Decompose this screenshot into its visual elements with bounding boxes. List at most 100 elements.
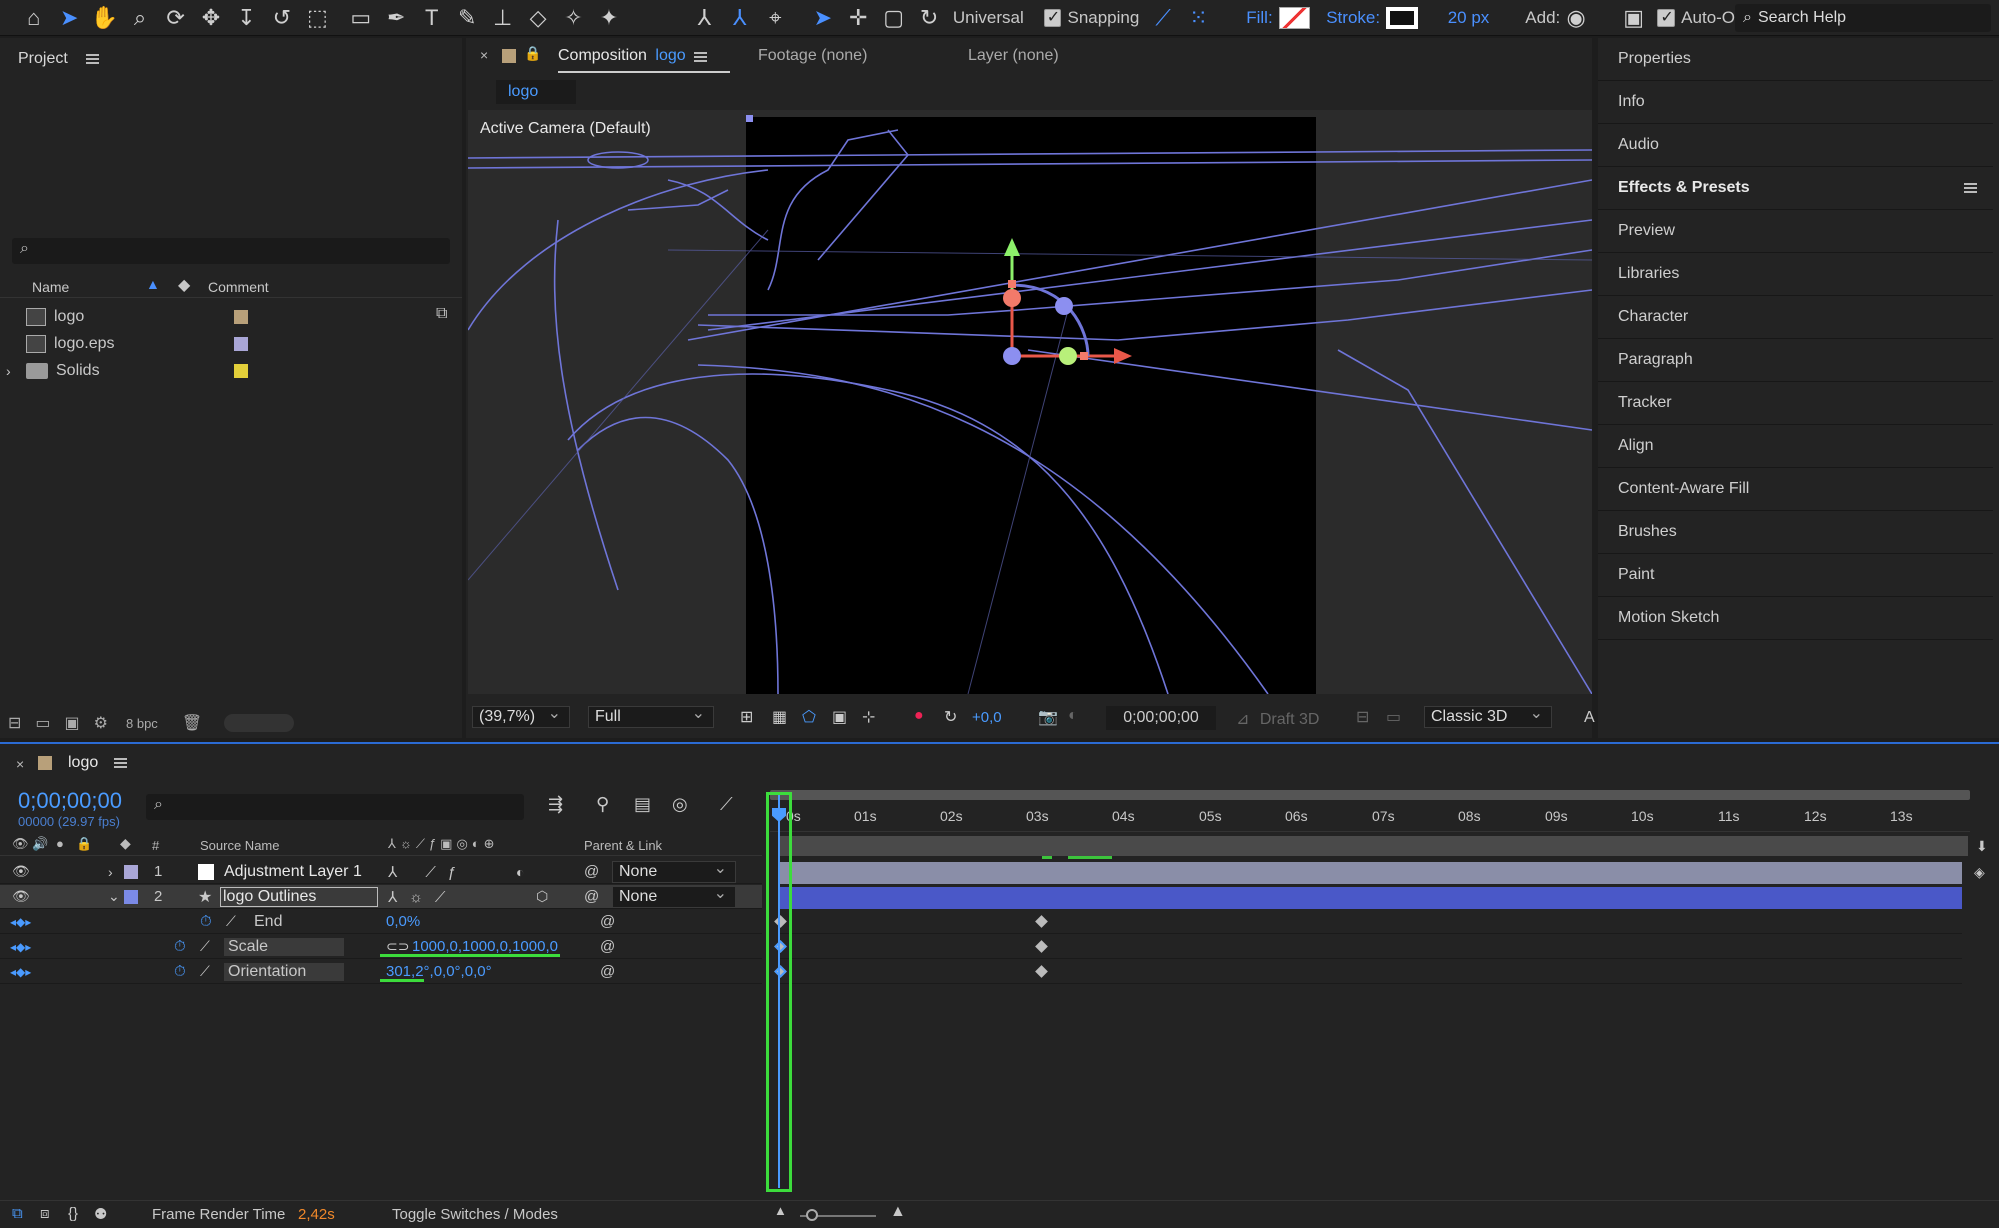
toggle-switches-modes-button[interactable]: Toggle Switches / Modes <box>392 1206 558 1223</box>
time-ruler[interactable]: 0s 01s 02s 03s 04s 05s 06s 07s 08s 09s 1… <box>770 802 1970 832</box>
show-snapshot-icon[interactable]: ◐ <box>1068 707 1078 725</box>
workspace-icon[interactable]: ▣ <box>1616 0 1651 36</box>
home-icon[interactable]: ⌂ <box>16 0 51 36</box>
snapping-checkbox[interactable] <box>1043 7 1062 27</box>
auto-open-checkbox[interactable] <box>1657 7 1676 27</box>
timeline-menu-icon[interactable] <box>114 758 127 768</box>
footage-tab[interactable]: Footage (none) <box>758 47 867 65</box>
keyframe-navigator-icon[interactable]: ◂◆▸ <box>10 965 31 979</box>
frame-blending-icon[interactable]: ▤ <box>634 794 651 815</box>
layer-bar-2[interactable] <box>780 887 1962 909</box>
panel-motion-sketch[interactable]: Motion Sketch <box>1598 597 1993 640</box>
layer-switches[interactable]: ⅄ ⟋ƒ <box>388 863 468 881</box>
visibility-eye-icon[interactable]: 👁 <box>12 888 30 905</box>
reset-exposure-icon[interactable]: ↻ <box>944 707 957 727</box>
stroke-label[interactable]: Stroke: <box>1326 8 1380 28</box>
comp-menu-icon[interactable] <box>694 52 707 62</box>
snapshot-camera-icon[interactable]: 📷 <box>1038 707 1058 727</box>
project-search-input[interactable]: ⌕ <box>12 238 450 264</box>
expression-pick-whip-icon[interactable]: @ <box>600 913 615 930</box>
layer-row-1[interactable]: 👁 › 1 Adjustment Layer 1 ⅄ ⟋ƒ ◐ @ None <box>0 858 762 884</box>
property-value[interactable]: 301,2°,0,0°,0,0° <box>386 963 492 980</box>
zoom-dropdown[interactable]: (39,7%) <box>472 703 570 728</box>
grid-guides-icon[interactable]: ⊹ <box>862 707 875 727</box>
interpret-footage-icon[interactable]: ⊟ <box>8 713 21 733</box>
adjustment-switch-icon[interactable]: ◐ <box>516 864 524 880</box>
label-column-icon[interactable]: ◆ <box>120 835 131 852</box>
parent-link-column[interactable]: Parent & Link <box>584 838 662 853</box>
brush-tool-icon[interactable]: ✎ <box>449 0 484 36</box>
layer-name[interactable]: Adjustment Layer 1 <box>224 863 362 881</box>
3d-ground-plane-icon[interactable]: ⊟ <box>1356 707 1369 727</box>
panel-paragraph[interactable]: Paragraph <box>1598 339 1993 382</box>
close-tab-icon[interactable]: × <box>16 756 24 772</box>
fill-label[interactable]: Fill: <box>1246 8 1272 28</box>
graph-icon[interactable]: ⟋ <box>200 938 210 955</box>
delete-icon[interactable]: 🗑 <box>182 713 202 733</box>
layer-bar-1[interactable] <box>780 862 1962 884</box>
view-axis-icon[interactable]: ⌖ <box>758 0 793 36</box>
panel-brushes[interactable]: Brushes <box>1598 511 1993 554</box>
fast-previews-icon[interactable]: ⊞ <box>740 707 753 727</box>
stopwatch-icon[interactable]: ⏱ <box>200 913 212 930</box>
puppet-tool-icon[interactable]: ✦ <box>591 0 626 36</box>
panel-content-aware-fill[interactable]: Content-Aware Fill <box>1598 468 1993 511</box>
type-tool-icon[interactable]: T <box>414 0 449 36</box>
dolly-tool-icon[interactable]: ↧ <box>229 0 264 36</box>
eraser-tool-icon[interactable]: ◇ <box>520 0 555 36</box>
layer-label-swatch[interactable] <box>124 890 138 904</box>
parent-dropdown[interactable]: None <box>612 883 736 908</box>
label-swatch[interactable] <box>234 363 248 378</box>
label-column-icon[interactable]: ◆ <box>178 275 190 295</box>
project-menu-icon[interactable] <box>86 53 100 64</box>
rectangle-tool-icon[interactable]: ▭ <box>343 0 378 36</box>
comp-viewer[interactable]: Active Camera (Default) <box>468 110 1592 694</box>
panel-audio[interactable]: Audio <box>1598 124 1993 167</box>
add-menu-icon[interactable]: ◉ <box>1566 0 1586 36</box>
project-item-logo[interactable]: logo <box>0 303 430 330</box>
composition-mini-flowchart-icon[interactable]: ⇶ <box>548 794 563 815</box>
draft-3d-timeline-icon[interactable]: ⚲ <box>596 794 609 815</box>
property-row-end[interactable]: ◂◆▸ ⏱ ⟋ End 0,0% @ <box>0 910 762 934</box>
stroke-swatch[interactable] <box>1386 6 1418 29</box>
timeline-tab[interactable]: logo <box>68 754 98 772</box>
rotate-tool-icon[interactable]: ↺ <box>264 0 299 36</box>
project-item-solids[interactable]: › Solids <box>0 357 430 384</box>
parent-dropdown[interactable]: None <box>612 858 736 883</box>
zoom-out-icon[interactable]: ▲ <box>774 1203 787 1218</box>
comp-subtab[interactable]: logo <box>496 80 576 104</box>
layer-switches-toggle-icon[interactable]: ⧉ <box>12 1205 23 1222</box>
keyframe-navigator-icon[interactable]: ◂◆▸ <box>10 940 31 954</box>
3d-layer-switch-icon[interactable]: ⬡ <box>536 888 548 905</box>
project-item-logo-eps[interactable]: logo.eps <box>0 330 430 357</box>
search-help-field[interactable]: ⌕ Search Help <box>1735 3 1992 32</box>
comp-button-icon[interactable]: ◈ <box>1974 864 1985 881</box>
render-time-toggle-icon[interactable]: ⚉ <box>94 1205 107 1223</box>
exposure-value[interactable]: +0,0 <box>972 709 1002 726</box>
pan-behind-tool-icon[interactable]: ⬚ <box>300 0 335 36</box>
graph-editor-icon[interactable]: ⟋ <box>720 794 733 815</box>
hand-tool-icon[interactable]: ✋ <box>87 0 122 36</box>
graph-icon[interactable]: ⟋ <box>226 913 236 930</box>
pick-whip-icon[interactable]: @ <box>584 888 599 905</box>
transparency-grid-icon[interactable]: ▦ <box>772 707 787 727</box>
renderer-dropdown[interactable]: Classic 3D <box>1424 703 1552 728</box>
label-swatch[interactable] <box>234 336 248 351</box>
layer-name[interactable]: logo Outlines <box>220 887 378 907</box>
zoom-in-icon[interactable]: ▲ <box>890 1203 906 1221</box>
move-gizmo-icon[interactable]: ✛ <box>841 0 876 36</box>
effects-menu-icon[interactable] <box>1964 183 1977 193</box>
stopwatch-icon[interactable]: ⏱ <box>174 963 186 980</box>
panel-paint[interactable]: Paint <box>1598 554 1993 597</box>
constrain-link-icon[interactable]: ⊂⊃ <box>386 938 409 955</box>
snap-points-icon[interactable]: ⁙ <box>1181 0 1216 36</box>
mask-visibility-icon[interactable]: ⬠ <box>802 707 816 727</box>
name-column[interactable]: Name <box>32 279 69 295</box>
comment-column[interactable]: Comment <box>208 279 269 295</box>
audio-column-icon[interactable]: 🔊 <box>32 836 48 852</box>
fill-swatch[interactable] <box>1278 6 1311 29</box>
lock-column-icon[interactable]: 🔒 <box>76 836 92 852</box>
panel-libraries[interactable]: Libraries <box>1598 253 1993 296</box>
graph-icon[interactable]: ⟋ <box>200 963 210 980</box>
expression-pick-whip-icon[interactable]: @ <box>600 963 615 980</box>
